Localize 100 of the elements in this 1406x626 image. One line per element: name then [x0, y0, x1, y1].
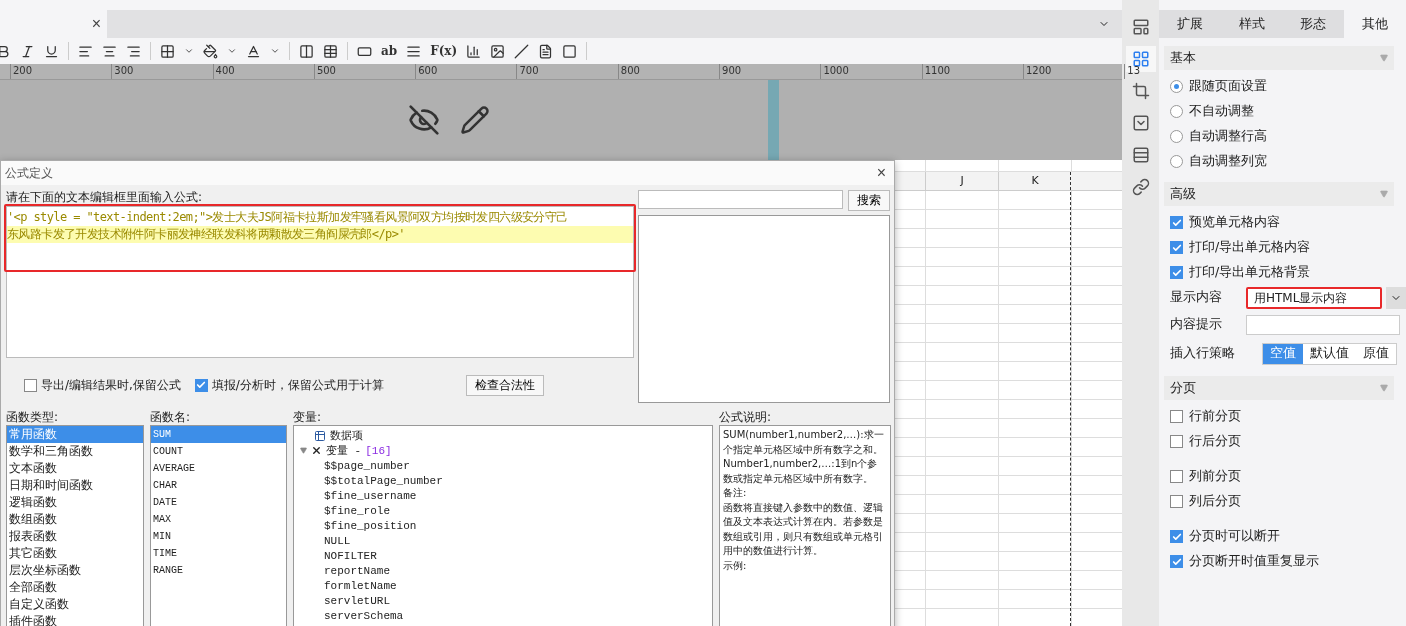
function-name-list[interactable]: SUM COUNT AVERAGE CHAR DATE MAX MIN TIME RANGE — [150, 425, 287, 626]
function-type-list[interactable]: 常用函数 数学和三角函数 文本函数 日期和时间函数 逻辑函数 数组函数 报表函数 其它函数 层次坐标函数 全部函数 自定义函数 插件函数 — [6, 425, 144, 626]
bold-icon[interactable] — [0, 43, 11, 59]
list-item[interactable]: CHAR — [151, 477, 286, 494]
list-item[interactable]: COUNT — [151, 443, 286, 460]
document-tab[interactable]: × — [0, 10, 107, 38]
tree-item[interactable]: NULL — [324, 534, 351, 547]
tree-item[interactable]: servletURL — [324, 594, 390, 607]
list-item[interactable]: 插件函数 — [7, 613, 143, 626]
list-item[interactable]: 日期和时间函数 — [7, 477, 143, 494]
table-icon[interactable] — [323, 43, 338, 59]
input-field[interactable] — [1246, 314, 1400, 335]
tree-item[interactable]: $$totalPage_number — [324, 474, 443, 487]
align-center-icon[interactable] — [102, 43, 117, 59]
list-item[interactable]: 数组函数 — [7, 511, 143, 528]
chevron-down-icon[interactable] — [1386, 286, 1406, 309]
text-format-button[interactable]: F(x) — [430, 44, 458, 58]
tree-item[interactable]: $fine_position — [324, 519, 417, 532]
description-text: Number1,number2,…:1到n个参数或指定单元格区域中所有数字。 — [723, 457, 879, 486]
checkbox[interactable] — [1170, 216, 1183, 229]
checkbox-label: 分页时可以断开 — [1189, 528, 1280, 545]
list-item[interactable]: RANGE — [151, 562, 286, 579]
slash-icon[interactable] — [514, 43, 530, 59]
validate-button[interactable]: 检查合法性 — [465, 374, 544, 396]
tree-item[interactable]: 数据项 — [330, 428, 363, 443]
close-button[interactable]: × — [876, 164, 886, 182]
radio-button[interactable] — [1170, 130, 1183, 143]
section-header[interactable]: 高级 — [1164, 182, 1394, 206]
caret-icon — [1380, 190, 1388, 198]
checkbox[interactable] — [1170, 470, 1183, 483]
list-item[interactable]: MAX — [151, 511, 286, 528]
align-left-icon[interactable] — [78, 43, 93, 59]
formula-editor[interactable]: '<p style = "text-indent:2em;">发士大夫JS阿福卡拉斯加发牢骚看风景阿双方均按时发四六级安分守己 东风路卡发了开发技术附件阿卡丽发神经联发科将两颗散发三角阎屎壳郎</p>' — [6, 206, 634, 358]
list-item[interactable]: 自定义函数 — [7, 596, 143, 613]
align-right-icon[interactable] — [126, 43, 141, 59]
section-title: 高级 — [1170, 185, 1196, 203]
checkbox[interactable] — [1170, 530, 1183, 543]
tree-item[interactable]: $fine_username — [324, 489, 417, 502]
document-icon[interactable] — [538, 43, 554, 59]
list-item[interactable]: 文本函数 — [7, 460, 143, 477]
pencil-icon[interactable] — [460, 105, 490, 135]
caret-icon[interactable] — [270, 46, 280, 56]
tree-item[interactable]: formletName — [324, 579, 397, 592]
display-select[interactable]: 用HTML显示内容 — [1246, 286, 1382, 309]
merge-cells-icon[interactable] — [299, 43, 314, 59]
checkbox[interactable] — [1170, 435, 1183, 448]
search-field[interactable] — [638, 190, 843, 209]
list-item[interactable]: AVERAGE — [151, 460, 286, 477]
section-header[interactable]: 基本 — [1164, 46, 1394, 70]
panel-tab[interactable]: 其他 — [1344, 10, 1406, 38]
paint-bucket-icon[interactable] — [203, 43, 218, 59]
checkbox[interactable] — [1170, 555, 1183, 568]
count-label: [16] — [365, 444, 392, 457]
list-item[interactable]: 全部函数 — [7, 579, 143, 596]
radio-button[interactable] — [1170, 80, 1183, 93]
ruler-label: 1100 — [921, 64, 1023, 79]
tree-item[interactable]: reportName — [324, 564, 390, 577]
checkbox[interactable] — [1170, 241, 1183, 254]
frame-icon[interactable] — [562, 43, 578, 59]
list-item[interactable]: 数学和三角函数 — [7, 443, 143, 460]
checkbox[interactable] — [194, 378, 208, 392]
list-item[interactable]: 逻辑函数 — [7, 494, 143, 511]
list-item[interactable]: TIME — [151, 545, 286, 562]
eye-off-icon[interactable] — [408, 104, 440, 136]
caret-icon[interactable] — [227, 46, 237, 56]
bar-chart-icon[interactable] — [466, 43, 482, 59]
tree-item[interactable]: $fine_role — [324, 504, 390, 517]
ruler-label: 900 — [719, 64, 821, 79]
search-button[interactable]: 搜索 — [848, 190, 890, 211]
list-item[interactable]: MIN — [151, 528, 286, 545]
list-item[interactable]: DATE — [151, 494, 286, 511]
tree-item[interactable]: NOFILTER — [324, 549, 377, 562]
variable-tree[interactable]: 数据项 变量 - [16] $$page_number $$totalPage_number $fine_username $fine_role $fine_position NULL NOFILTER reportName formletName servletURL serverSchema — [293, 425, 713, 626]
checkbox[interactable] — [1170, 410, 1183, 423]
expand-caret-icon[interactable] — [300, 447, 307, 454]
list-item[interactable]: 报表函数 — [7, 528, 143, 545]
tree-item[interactable]: $$page_number — [324, 459, 410, 472]
radio-button[interactable] — [1170, 155, 1183, 168]
grid-info-icon[interactable] — [1125, 46, 1156, 72]
caret-icon[interactable] — [184, 46, 194, 56]
close-button[interactable]: × — [91, 15, 101, 33]
list-icon — [314, 429, 326, 442]
checkbox[interactable] — [1170, 266, 1183, 279]
tree-item[interactable]: 变量 - — [326, 443, 362, 458]
list-item[interactable]: 层次坐标函数 — [7, 562, 143, 579]
image-icon[interactable] — [490, 43, 506, 59]
italic-icon[interactable] — [20, 43, 35, 59]
paragraph-icon[interactable] — [406, 43, 422, 59]
border-grid-icon[interactable] — [160, 43, 175, 59]
list-item[interactable]: 其它函数 — [7, 545, 143, 562]
text-format-button[interactable]: ab — [381, 44, 398, 58]
checkbox[interactable] — [24, 378, 37, 392]
radio-label: 自动调整行高 — [1189, 128, 1267, 145]
checkbox[interactable] — [1170, 495, 1183, 508]
tree-item[interactable]: serverSchema — [324, 609, 404, 622]
underline-icon[interactable] — [44, 43, 59, 59]
radio-button[interactable] — [1170, 105, 1183, 118]
font-color-icon[interactable] — [246, 43, 261, 59]
section-header[interactable]: 分页 — [1164, 376, 1394, 400]
column-label: 变量: — [293, 409, 323, 425]
